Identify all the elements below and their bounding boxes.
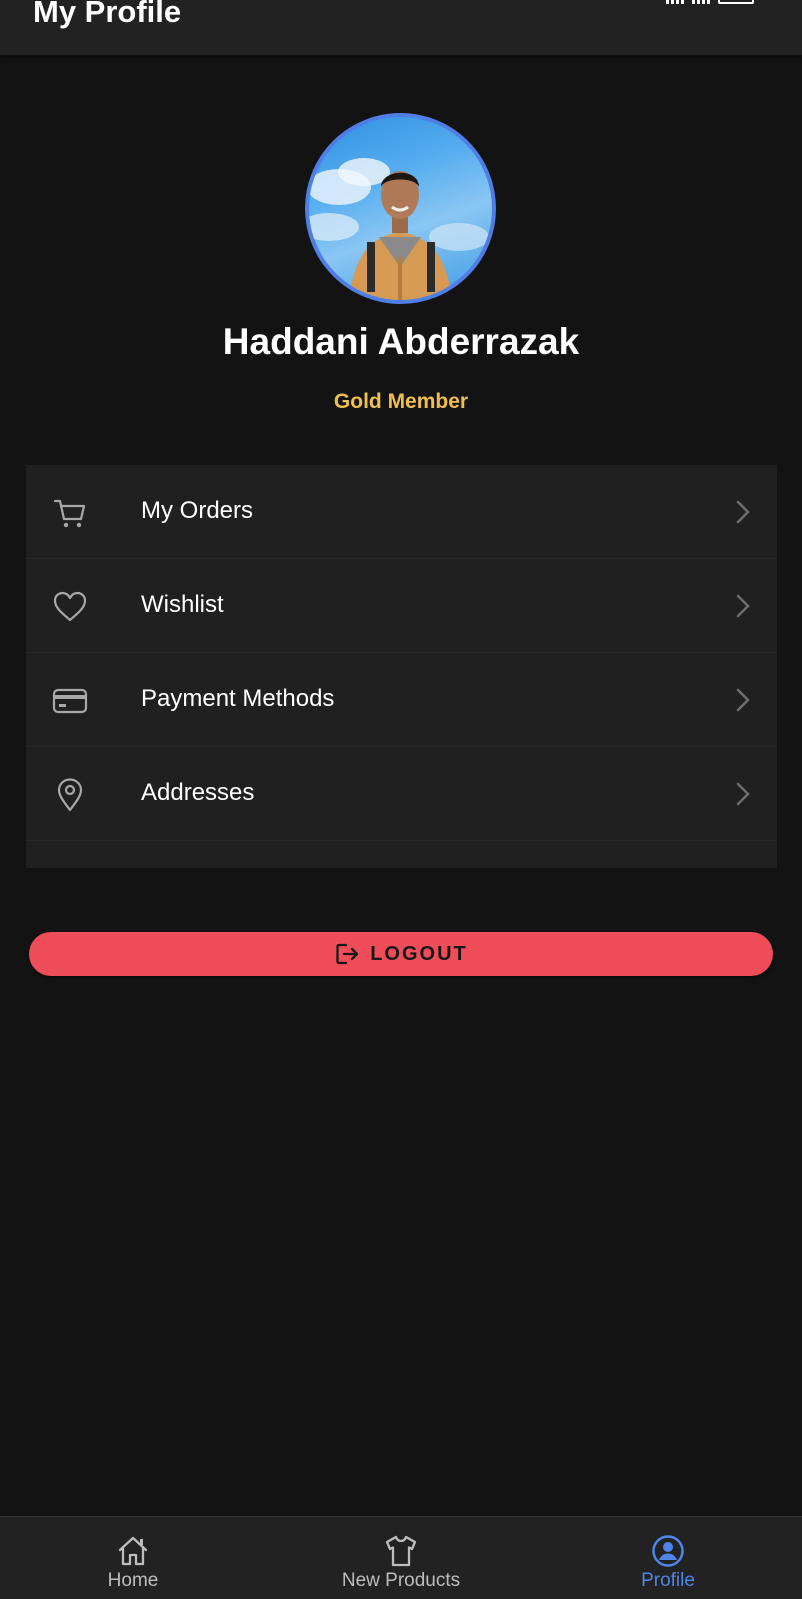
nav-label: Profile [641, 1570, 695, 1591]
heart-icon [53, 591, 87, 622]
app-bar: My Profile [0, 0, 802, 55]
nav-label: New Products [341, 1570, 461, 1591]
logout-label: LOGOUT [370, 942, 468, 965]
logout-icon [336, 943, 359, 965]
membership-badge: Gold Member [333, 390, 469, 413]
signal-icon-2 [692, 0, 710, 4]
chevron-right-icon [736, 782, 750, 806]
home-icon [118, 1536, 148, 1566]
tshirt-icon [385, 1535, 417, 1567]
logout-button[interactable]: LOGOUT [29, 932, 773, 976]
profile-name: Haddani Abderrazak [222, 321, 580, 362]
nav-item-new-products[interactable]: New Products [301, 1517, 501, 1599]
chevron-right-icon [736, 500, 750, 524]
location-pin-icon [57, 778, 83, 812]
menu-item-label: Wishlist [141, 591, 224, 618]
status-bar-icons [666, 0, 754, 4]
credit-card-icon [52, 688, 88, 714]
avatar[interactable] [305, 113, 496, 304]
nav-item-profile[interactable]: Profile [568, 1517, 768, 1599]
menu-item-label: Payment Methods [141, 685, 335, 712]
signal-icon [666, 0, 684, 4]
bottom-navigation: Home New Products Profile [0, 1516, 802, 1599]
profile-menu: My Orders Wishlist Payment Methods Addre… [26, 465, 777, 868]
nav-item-home[interactable]: Home [33, 1517, 233, 1599]
menu-item-addresses[interactable]: Addresses [26, 747, 777, 841]
menu-item-label: Addresses [141, 779, 255, 806]
nav-label: Home [107, 1570, 159, 1591]
cart-icon [53, 499, 86, 528]
menu-item-my-orders[interactable]: My Orders [26, 465, 777, 559]
battery-icon [718, 0, 754, 4]
menu-item-wishlist[interactable]: Wishlist [26, 559, 777, 653]
chevron-right-icon [736, 688, 750, 712]
profile-icon [652, 1535, 684, 1567]
page-title: My Profile [33, 0, 182, 29]
menu-item-payment-methods[interactable]: Payment Methods [26, 653, 777, 747]
chevron-right-icon [736, 594, 750, 618]
menu-item-label: My Orders [141, 497, 254, 524]
user-photo-icon [309, 158, 489, 300]
